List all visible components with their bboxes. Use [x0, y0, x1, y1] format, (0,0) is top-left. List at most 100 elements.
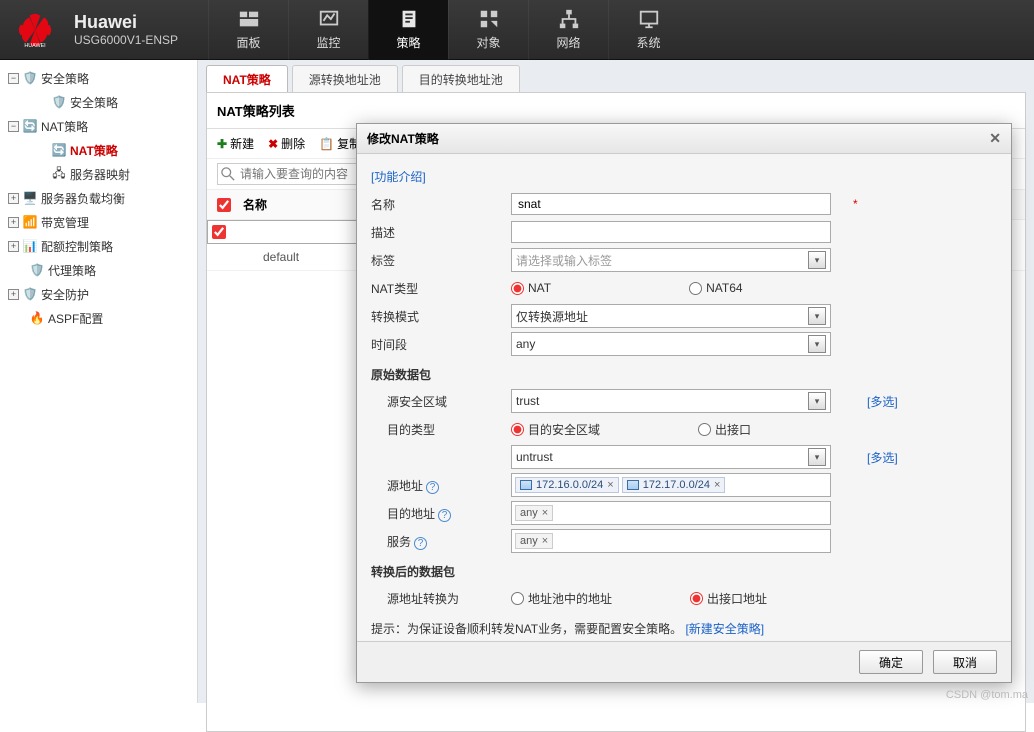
object-icon: [478, 8, 500, 30]
label-convmode: 转换模式: [371, 308, 511, 325]
huawei-logo: HUAWEI: [0, 0, 70, 60]
tag-select[interactable]: 请选择或输入标签▾: [511, 248, 831, 272]
function-intro-link[interactable]: [功能介绍]: [371, 168, 426, 185]
cancel-button[interactable]: 取消: [933, 650, 997, 674]
expand-icon[interactable]: [8, 241, 19, 252]
tree-bandwidth[interactable]: 📶带宽管理: [0, 210, 197, 234]
label-name: 名称: [371, 196, 511, 213]
sidebar: 🛡️安全策略 🛡️安全策略 🔄NAT策略 🔄NAT策略 🖧服务器映射 🖥️服务器…: [0, 60, 198, 703]
src-tag[interactable]: 172.16.0.0/24×: [515, 477, 619, 493]
nattype-nat-radio[interactable]: NAT: [511, 281, 551, 295]
select-all-checkbox[interactable]: [217, 198, 231, 212]
chevron-down-icon: ▾: [808, 335, 826, 353]
dstaddr-tags[interactable]: any×: [511, 501, 831, 525]
nav-network[interactable]: 网络: [528, 0, 608, 60]
srcaddr-tags[interactable]: 172.16.0.0/24× 172.17.0.0/24×: [511, 473, 831, 497]
nav-policy[interactable]: 策略: [368, 0, 448, 60]
desc-input[interactable]: [511, 221, 831, 243]
delete-icon: ✖: [268, 137, 278, 151]
srcconv-if-radio[interactable]: 出接口地址: [690, 590, 767, 607]
expand-icon[interactable]: [8, 193, 19, 204]
expand-icon[interactable]: [8, 217, 19, 228]
label-nattype: NAT类型: [371, 280, 511, 297]
label-time: 时间段: [371, 336, 511, 353]
required-mark: *: [853, 197, 858, 211]
srczone-select[interactable]: trust▾: [511, 389, 831, 413]
policy-icon: 🛡️: [52, 95, 66, 109]
dsttype-if-radio[interactable]: 出接口: [698, 421, 751, 438]
tree-slb[interactable]: 🖥️服务器负载均衡: [0, 186, 197, 210]
close-icon[interactable]: ✕: [989, 130, 1001, 147]
tree-security-policy[interactable]: 🛡️安全策略: [0, 66, 197, 90]
nav-dashboard[interactable]: 面板: [208, 0, 288, 60]
tree-proxy[interactable]: 🛡️代理策略: [0, 258, 197, 282]
chevron-down-icon: ▾: [808, 251, 826, 269]
tree-nat-policy-sub[interactable]: 🔄NAT策略: [0, 138, 197, 162]
tab-src-pool[interactable]: 源转换地址池: [292, 65, 398, 92]
nat-icon: 🔄: [52, 143, 66, 157]
edit-nat-policy-dialog: 修改NAT策略 ✕ [功能介绍] 名称 * 描述 标签 请选择或输入标签▾ NA…: [356, 123, 1012, 683]
dstzone-select[interactable]: untrust▾: [511, 445, 831, 469]
convmode-select[interactable]: 仅转换源地址▾: [511, 304, 831, 328]
remove-icon[interactable]: ×: [607, 479, 613, 491]
system-icon: [638, 8, 660, 30]
proxy-icon: 🛡️: [30, 263, 44, 277]
plus-icon: ✚: [217, 137, 227, 151]
nav-monitor[interactable]: 监控: [288, 0, 368, 60]
help-icon[interactable]: ?: [438, 509, 451, 522]
tree-security-policy-sub[interactable]: 🛡️安全策略: [0, 90, 197, 114]
help-icon[interactable]: ?: [426, 481, 439, 494]
chevron-down-icon: ▾: [808, 307, 826, 325]
src-tag[interactable]: 172.17.0.0/24×: [622, 477, 726, 493]
tree-aspf[interactable]: 🔥ASPF配置: [0, 306, 197, 330]
dst-tag[interactable]: any×: [515, 505, 553, 521]
tab-dst-pool[interactable]: 目的转换地址池: [402, 65, 520, 92]
dstzone-multi-link[interactable]: [多选]: [867, 449, 898, 466]
host-icon: [520, 480, 532, 490]
nav-label: 对象: [477, 34, 501, 51]
tab-nat-policy[interactable]: NAT策略: [206, 65, 288, 92]
tree-server-mapping[interactable]: 🖧服务器映射: [0, 162, 197, 186]
nav-label: 网络: [557, 34, 581, 51]
tree-quota[interactable]: 📊配额控制策略: [0, 234, 197, 258]
nav-system[interactable]: 系统: [608, 0, 688, 60]
service-tags[interactable]: any×: [511, 529, 831, 553]
label-srczone: 源安全区域: [371, 393, 511, 410]
policy-icon: [398, 8, 420, 30]
new-button[interactable]: ✚新建: [217, 135, 254, 152]
row-checkbox[interactable]: [212, 225, 226, 239]
time-select[interactable]: any▾: [511, 332, 831, 356]
remove-icon[interactable]: ×: [714, 479, 720, 491]
label-dstaddr: 目的地址?: [371, 505, 511, 522]
nattype-nat64-radio[interactable]: NAT64: [689, 281, 742, 295]
copy-button[interactable]: 📋复制: [319, 135, 361, 152]
dialog-footer: 确定 取消: [357, 641, 1011, 682]
expand-icon[interactable]: [8, 289, 19, 300]
tree-nat-policy[interactable]: 🔄NAT策略: [0, 114, 197, 138]
label-srcaddr: 源地址?: [371, 477, 511, 494]
tree-sec-protect[interactable]: 🛡️安全防护: [0, 282, 197, 306]
remove-icon[interactable]: ×: [542, 507, 548, 519]
remove-icon[interactable]: ×: [542, 535, 548, 547]
dsttype-zone-radio[interactable]: 目的安全区域: [511, 421, 600, 438]
collapse-icon[interactable]: [8, 73, 19, 84]
label-service: 服务?: [371, 533, 511, 550]
monitor-icon: [318, 8, 340, 30]
policy-icon: 🛡️: [23, 71, 37, 85]
nat-icon: 🔄: [23, 119, 37, 133]
dialog-header[interactable]: 修改NAT策略 ✕: [357, 124, 1011, 154]
create-sec-policy-link[interactable]: [新建安全策略]: [685, 622, 764, 636]
srczone-multi-link[interactable]: [多选]: [867, 393, 898, 410]
shield-icon: 🛡️: [23, 287, 37, 301]
ok-button[interactable]: 确定: [859, 650, 923, 674]
section-after-packet: 转换后的数据包: [371, 563, 997, 580]
collapse-icon[interactable]: [8, 121, 19, 132]
delete-button[interactable]: ✖删除: [268, 135, 305, 152]
nav-object[interactable]: 对象: [448, 0, 528, 60]
server-icon: 🖥️: [23, 191, 37, 205]
help-icon[interactable]: ?: [414, 537, 427, 550]
svg-text:HUAWEI: HUAWEI: [24, 43, 45, 48]
svc-tag[interactable]: any×: [515, 533, 553, 549]
srcconv-pool-radio[interactable]: 地址池中的地址: [511, 590, 612, 607]
name-input[interactable]: [511, 193, 831, 215]
